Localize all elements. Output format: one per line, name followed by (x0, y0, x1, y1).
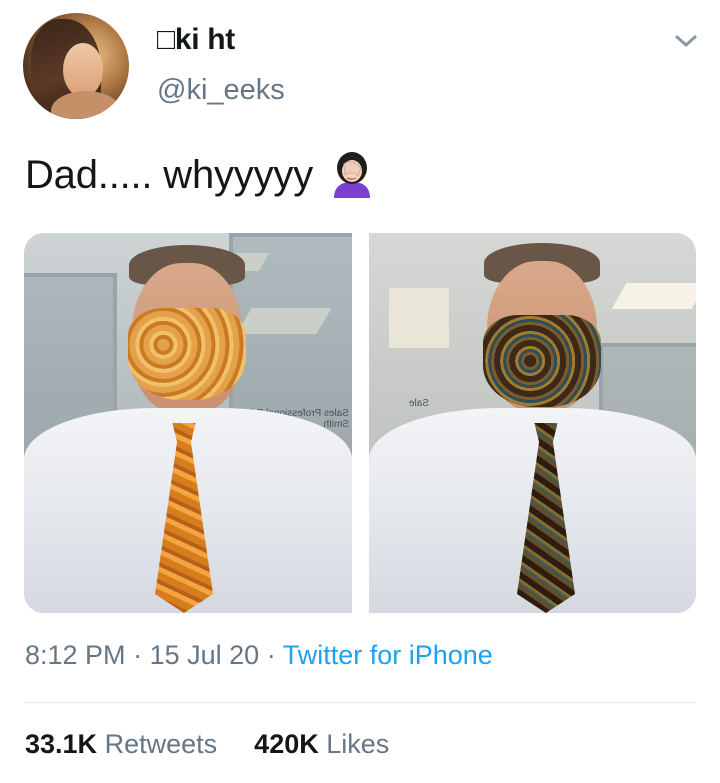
tweet-metadata: 8:12 PM · 15 Jul 20 · Twitter for iPhone (25, 640, 493, 671)
likes-stat[interactable]: 420K Likes (254, 729, 389, 759)
divider (24, 702, 696, 703)
paisley-face-mask (483, 315, 601, 407)
orange-face-mask (128, 308, 246, 400)
photo-orange-mask[interactable]: Sales Professional Eric Smith (24, 233, 352, 613)
author-avatar[interactable] (23, 13, 129, 119)
avatar-face (63, 43, 103, 97)
engagement-stats: 33.1K Retweets 420K Likes (25, 729, 389, 760)
tweet-time[interactable]: 8:12 PM (25, 640, 126, 670)
author-handle[interactable]: @ki_eeks (157, 74, 285, 107)
tweet-date[interactable]: 15 Jul 20 (150, 640, 260, 670)
woman-facepalming-icon (333, 152, 370, 198)
chevron-down-icon[interactable] (672, 30, 700, 52)
meta-separator: · (266, 640, 276, 670)
tweet-text: Dad..... whyyyyy (25, 150, 374, 198)
retweets-count: 33.1K (25, 729, 98, 759)
retweets-label: Retweets (104, 729, 218, 759)
tweet-body: Dad..... whyyyyy (25, 153, 313, 197)
likes-count: 420K (254, 729, 319, 759)
photo-paisley-mask[interactable]: Sale (369, 233, 696, 613)
sales-sign: Sale (408, 398, 429, 409)
media-grid[interactable]: Sales Professional Eric Smith Sale (24, 233, 696, 613)
meta-separator: · (133, 640, 143, 670)
retweets-stat[interactable]: 33.1K Retweets (25, 729, 225, 759)
avatar-shoulder (51, 91, 121, 119)
author-display-name[interactable]: □ki ht (157, 23, 235, 57)
tweet-source-link[interactable]: Twitter for iPhone (283, 640, 493, 670)
ceiling-light (611, 283, 696, 309)
likes-label: Likes (326, 729, 390, 759)
ceiling-light (389, 288, 449, 348)
